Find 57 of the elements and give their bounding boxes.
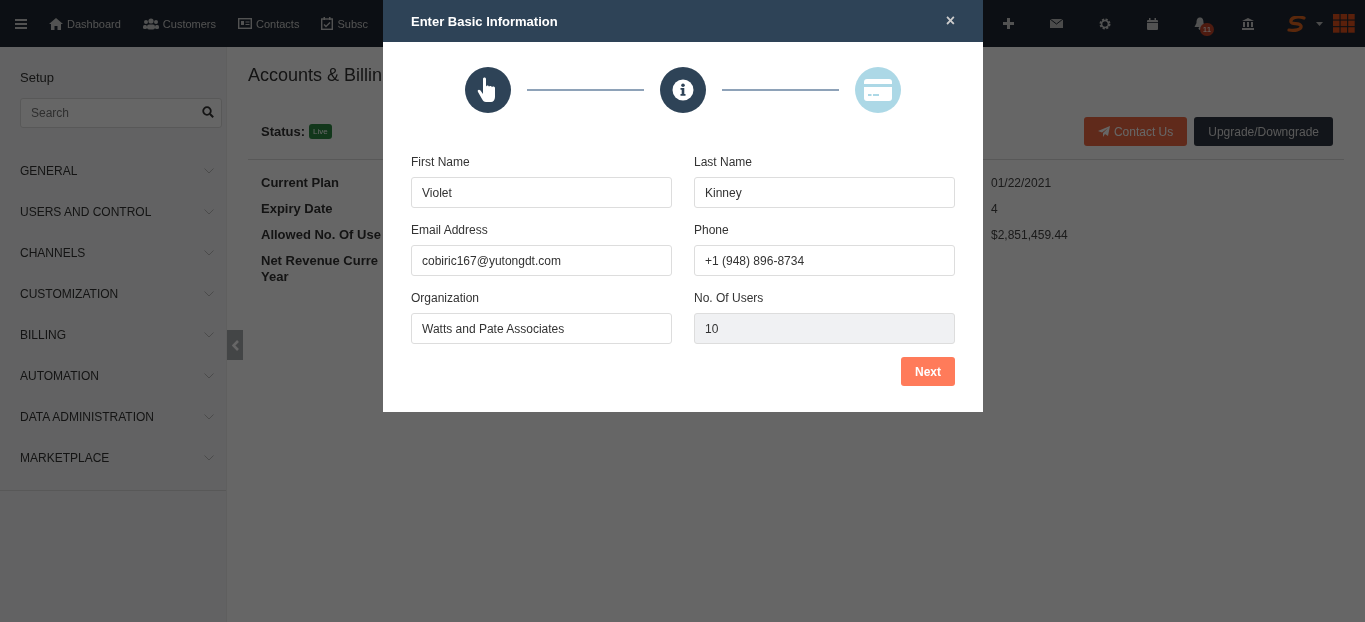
text-field[interactable]: +1 (948) 896-8734	[694, 245, 955, 276]
sidebar-section[interactable]: DATA ADMINISTRATION	[0, 396, 226, 437]
sidebar-section[interactable]: BILLING	[0, 314, 226, 355]
mail-icon[interactable]	[1050, 19, 1063, 28]
id-card-icon	[238, 18, 252, 29]
field-value: 4	[991, 201, 998, 217]
field-value: $2,851,459.44	[991, 227, 1068, 243]
nav-link[interactable]: Contacts	[238, 17, 300, 30]
field-label: Net Revenue Curre Year	[261, 253, 380, 285]
form-label: Phone	[694, 223, 730, 237]
settings-icon[interactable]	[1099, 17, 1111, 30]
sidebar-title: Setup	[19, 70, 55, 85]
sidebar-section[interactable]: CHANNELS	[0, 232, 226, 273]
page-title: Accounts & Billin	[248, 65, 384, 86]
nav-link[interactable]: Subsc	[321, 17, 368, 30]
text-field[interactable]: Watts and Pate Associates	[411, 313, 672, 344]
form-label: Organization	[411, 291, 481, 305]
field-label: Current Plan	[261, 175, 340, 191]
plus-icon[interactable]	[1003, 18, 1014, 29]
text-field[interactable]: cobiric167@yutongdt.com	[411, 245, 672, 276]
sidebar-section[interactable]: GENERAL	[0, 150, 226, 191]
next-button[interactable]: Next	[901, 357, 955, 386]
status-label: Status:	[261, 124, 306, 139]
menu-icon[interactable]	[15, 18, 27, 29]
sidebar-section[interactable]: CUSTOMIZATION	[0, 273, 226, 314]
modal-title: Enter Basic Information	[411, 13, 558, 29]
sidebar-section[interactable]: USERS AND CONTROL	[0, 191, 226, 232]
field-label: Expiry Date	[261, 201, 334, 217]
logo[interactable]	[1286, 15, 1308, 32]
close-button[interactable]: ×	[945, 12, 955, 30]
status-badge: Live	[309, 124, 332, 139]
bank-icon[interactable]	[1242, 17, 1254, 30]
chevron-left-icon[interactable]	[231, 339, 239, 351]
field-label: Allowed No. Of Use	[261, 227, 382, 243]
apps-grid-icon[interactable]	[1333, 14, 1355, 33]
sidebar-section[interactable]: MARKETPLACE	[0, 437, 226, 478]
paper-plane-icon	[1097, 126, 1110, 137]
text-field[interactable]: Kinney	[694, 177, 955, 208]
nav-link[interactable]: Customers	[142, 17, 216, 30]
collapse-handle[interactable]	[227, 330, 243, 360]
notification-count: 11	[1200, 23, 1214, 36]
field-value: 01/22/2021	[991, 175, 1052, 191]
search-icon[interactable]	[202, 106, 214, 118]
form-label: First Name	[411, 155, 471, 169]
upgrade-button[interactable]: Upgrade/Downgrade	[1194, 117, 1333, 146]
users-icon	[142, 17, 159, 30]
form-label: Last Name	[694, 155, 754, 169]
nav-link[interactable]: Dashboard	[49, 17, 121, 30]
caret-icon[interactable]	[1316, 21, 1323, 26]
form-label: Email Address	[411, 223, 489, 237]
calendar-icon[interactable]	[1147, 17, 1158, 30]
form-label: No. Of Users	[694, 291, 765, 305]
sidebar-section[interactable]: AUTOMATION	[0, 355, 226, 396]
contact-button[interactable]: Contact Us	[1083, 117, 1188, 146]
text-field[interactable]: Violet	[411, 177, 672, 208]
home-icon	[49, 17, 63, 30]
calendar-check-icon	[321, 17, 334, 30]
